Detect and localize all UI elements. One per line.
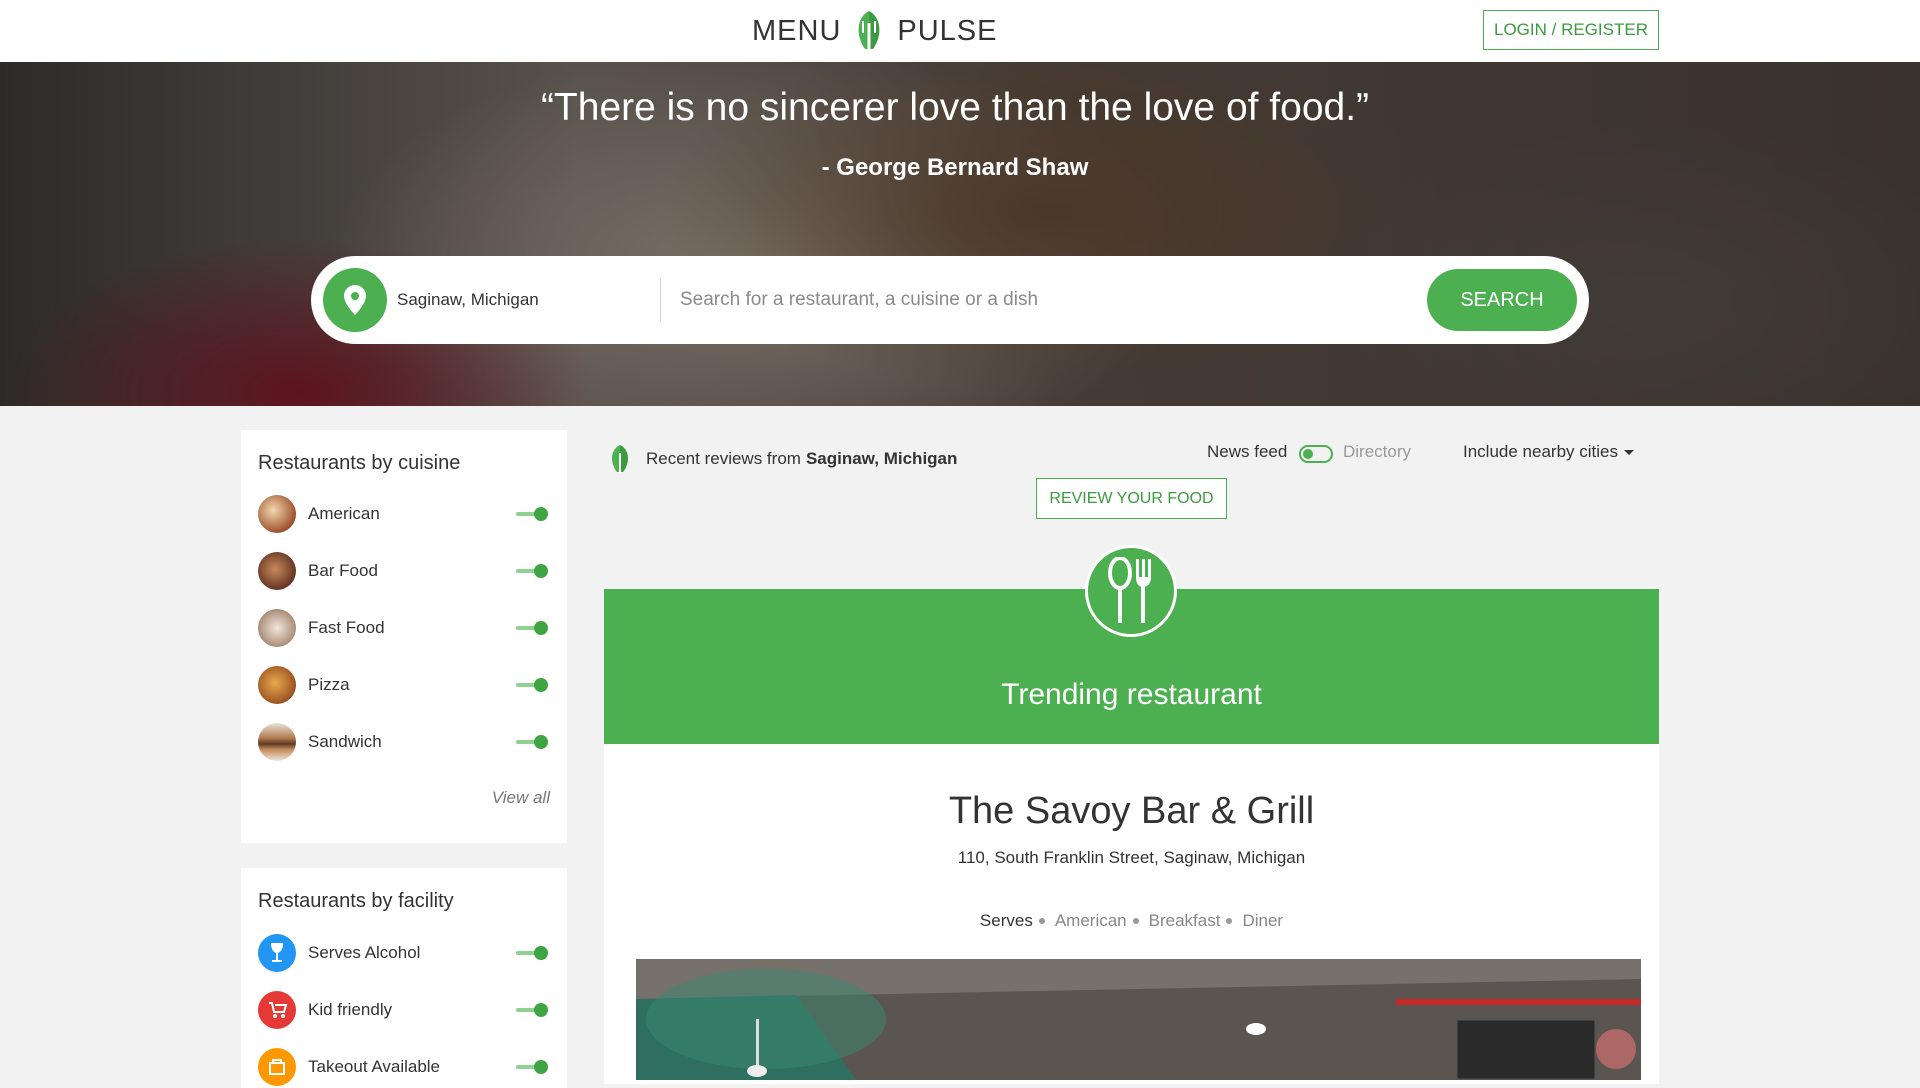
sandwich-icon: [258, 723, 296, 761]
review-your-food-button[interactable]: REVIEW YOUR FOOD: [1036, 478, 1227, 519]
facility-toggle[interactable]: [516, 946, 548, 960]
menupulse-logo[interactable]: MENU PULSE: [752, 9, 998, 53]
pizza-icon: [258, 666, 296, 704]
restaurant-name[interactable]: The Savoy Bar & Grill: [604, 790, 1659, 833]
fast-food-icon: [258, 609, 296, 647]
search-input[interactable]: [678, 276, 1382, 324]
facility-item-takeout[interactable]: Takeout Available: [258, 1046, 548, 1086]
login-register-button[interactable]: LOGIN / REGISTER: [1483, 10, 1659, 50]
american-food-icon: [258, 495, 296, 533]
recent-reviews-prefix: Recent reviews from: [646, 449, 801, 468]
cuisine-tag[interactable]: American: [1055, 911, 1127, 931]
cuisine-label: Pizza: [308, 675, 350, 694]
logo-text-menu: MENU: [752, 14, 842, 47]
hero-quote-author: - George Bernard Shaw: [821, 154, 1089, 181]
facility-label: Serves Alcohol: [308, 943, 421, 962]
cuisine-card-title: Restaurants by cuisine: [258, 452, 461, 474]
cuisine-label: Bar Food: [308, 561, 378, 580]
cuisine-label: Sandwich: [308, 732, 382, 751]
cuisine-item-american[interactable]: American: [258, 493, 548, 533]
search-button[interactable]: SEARCH: [1427, 269, 1577, 331]
view-all-cuisines-link[interactable]: View all: [492, 788, 550, 808]
cuisine-toggle[interactable]: [516, 678, 548, 692]
facility-toggle[interactable]: [516, 1003, 548, 1017]
facility-item-serves-alcohol[interactable]: Serves Alcohol: [258, 932, 548, 972]
fork-spoon-emblem-icon: [1085, 545, 1177, 637]
trending-restaurant-label: Trending restaurant: [1001, 678, 1262, 711]
location-button[interactable]: [323, 268, 387, 332]
cuisine-item-bar-food[interactable]: Bar Food: [258, 550, 548, 590]
bar-food-icon: [258, 552, 296, 590]
location-value[interactable]: Saginaw, Michigan: [397, 256, 539, 344]
cuisine-tag[interactable]: Diner: [1242, 911, 1283, 931]
cuisine-toggle[interactable]: [516, 735, 548, 749]
facility-card: Restaurants by facility Serves Alcohol K…: [241, 868, 567, 1088]
restaurant-interior-image: [636, 959, 1641, 1080]
search-divider: [660, 278, 661, 322]
hero-banner: “There is no sincerer love than the love…: [0, 62, 1920, 406]
directory-label[interactable]: Directory: [1343, 442, 1411, 462]
nearby-cities-label: Include nearby cities: [1463, 442, 1618, 461]
top-header: MENU PULSE LOGIN / REGISTER: [0, 0, 1920, 63]
cuisine-toggle[interactable]: [516, 564, 548, 578]
wine-glass-icon: [258, 934, 296, 972]
map-pin-icon: [344, 285, 366, 315]
newsfeed-directory-toggle[interactable]: [1299, 445, 1333, 463]
cuisine-item-fast-food[interactable]: Fast Food: [258, 607, 548, 647]
cuisine-tag[interactable]: Breakfast: [1149, 911, 1221, 931]
facility-toggle[interactable]: [516, 1060, 548, 1074]
menupulse-small-logo-icon: [611, 445, 629, 473]
recent-reviews-heading: Recent reviews from Saginaw, Michigan: [604, 444, 957, 474]
serves-label: Serves: [979, 911, 1033, 930]
restaurant-address: 110, South Franklin Street, Saginaw, Mic…: [957, 848, 1306, 867]
facility-label: Takeout Available: [308, 1057, 441, 1076]
takeout-box-icon: [258, 1048, 296, 1086]
fork-spoon-logo-icon: [858, 11, 880, 51]
restaurant-serves-tags: Serves American Breakfast Diner: [604, 911, 1659, 931]
nearby-cities-dropdown[interactable]: Include nearby cities: [1463, 442, 1634, 462]
caret-down-icon: [1623, 449, 1634, 455]
logo-text-pulse: PULSE: [897, 14, 998, 47]
hero-quote: “There is no sincerer love than the love…: [540, 86, 1370, 129]
tag-separator: [1038, 918, 1045, 924]
search-bar: Saginaw, Michigan SEARCH: [311, 256, 1589, 344]
facility-item-kid-friendly[interactable]: Kid friendly: [258, 989, 548, 1029]
restaurant-photo[interactable]: [636, 959, 1641, 1080]
stroller-icon: [258, 991, 296, 1029]
cuisine-card: Restaurants by cuisine American Bar Food…: [241, 430, 567, 843]
cuisine-item-pizza[interactable]: Pizza: [258, 664, 548, 704]
tag-separator: [1132, 918, 1139, 924]
cuisine-label: American: [308, 504, 380, 523]
facility-label: Kid friendly: [308, 1000, 393, 1019]
news-feed-label[interactable]: News feed: [1207, 442, 1287, 462]
cuisine-toggle[interactable]: [516, 621, 548, 635]
cuisine-label: Fast Food: [308, 618, 385, 637]
facility-card-title: Restaurants by facility: [258, 890, 454, 912]
tag-separator: [1226, 918, 1233, 924]
cuisine-item-sandwich[interactable]: Sandwich: [258, 721, 548, 761]
recent-reviews-city: Saginaw, Michigan: [805, 449, 958, 468]
cuisine-toggle[interactable]: [516, 507, 548, 521]
